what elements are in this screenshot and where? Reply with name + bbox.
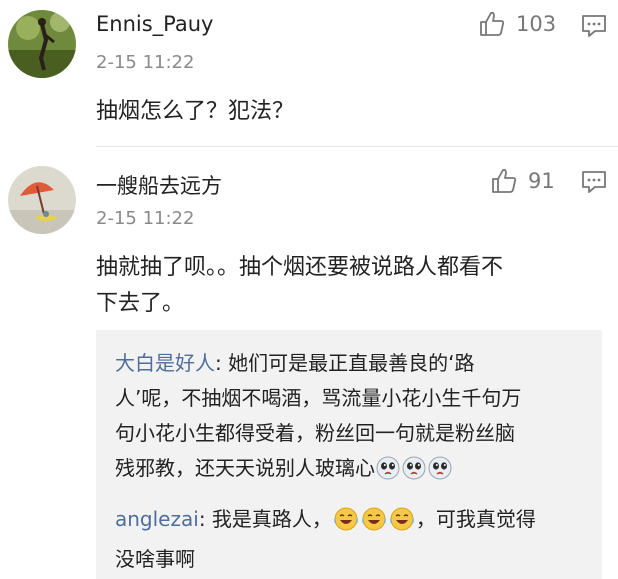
- like-button[interactable]: 91: [490, 167, 555, 195]
- divider: [96, 146, 618, 147]
- reply-text: 她们可是最正直最善良的‘路: [221, 351, 475, 375]
- avatar-umbrella-icon: [8, 166, 76, 234]
- cry-face-emoji: [376, 456, 400, 491]
- reply-text: 人’呢，不抽烟不喝酒，骂流量小花小生千句万: [115, 386, 522, 410]
- username[interactable]: Ennis_Pauy: [96, 12, 214, 36]
- replies-panel: 大白是好人: 她们可是最正直最善良的‘路 人’呢，不抽烟不喝酒，骂流量小花小生千…: [96, 330, 602, 579]
- cry-face-emoji: [428, 456, 452, 491]
- comment-text: 抽就抽了呗。。抽个烟还要被说路人都看不 下去了。: [96, 250, 503, 322]
- comment-text-line: 下去了。: [96, 291, 185, 316]
- reply-separator: :: [215, 351, 222, 375]
- laugh-tears-emoji: [361, 507, 387, 542]
- reply-separator: :: [198, 507, 206, 531]
- comment-bubble-icon: [582, 171, 606, 193]
- comment-text-line: 抽就抽了呗。。抽个烟还要被说路人都看不: [96, 255, 504, 280]
- cry-face-emoji: [402, 456, 426, 491]
- reply-text: 残邪教，还天天说别人玻璃心: [115, 456, 375, 480]
- laugh-tears-emoji: [333, 507, 359, 542]
- reply-button[interactable]: [581, 14, 607, 42]
- avatar-figure-icon: [8, 10, 76, 78]
- like-count: 103: [516, 12, 557, 36]
- reply-text: 我是真路人，: [205, 507, 332, 531]
- reply-author[interactable]: anglezai: [115, 507, 199, 531]
- like-count: 91: [528, 169, 555, 193]
- reply-author[interactable]: 大白是好人: [115, 351, 215, 375]
- reply-text: 没啥事啊: [115, 547, 195, 571]
- user-avatar[interactable]: [8, 166, 76, 234]
- username[interactable]: 一艘船去远方: [96, 170, 222, 200]
- thumbs-up-icon: [492, 168, 517, 193]
- comment-bubble-icon: [582, 15, 606, 37]
- thumbs-up-icon: [480, 11, 505, 36]
- timestamp: 2-15 11:22: [96, 208, 195, 229]
- laugh-tears-emoji: [389, 507, 415, 542]
- user-avatar[interactable]: [8, 10, 76, 78]
- like-button[interactable]: 103: [478, 10, 556, 38]
- comment-text: 抽烟怎么了？犯法？: [96, 99, 295, 124]
- reply-text: 句小花小生都得受着，粉丝回一句就是粉丝脑: [115, 421, 515, 445]
- reply-button[interactable]: [581, 170, 607, 198]
- timestamp: 2-15 11:22: [96, 52, 195, 73]
- reply-item[interactable]: 大白是好人: 她们可是最正直最善良的‘路 人’呢，不抽烟不喝酒，骂流量小花小生千…: [115, 346, 595, 491]
- reply-item[interactable]: anglezai: 我是真路人， ，可我真觉得 没啥事啊: [115, 502, 595, 577]
- reply-text: ，可我真觉得: [415, 507, 536, 531]
